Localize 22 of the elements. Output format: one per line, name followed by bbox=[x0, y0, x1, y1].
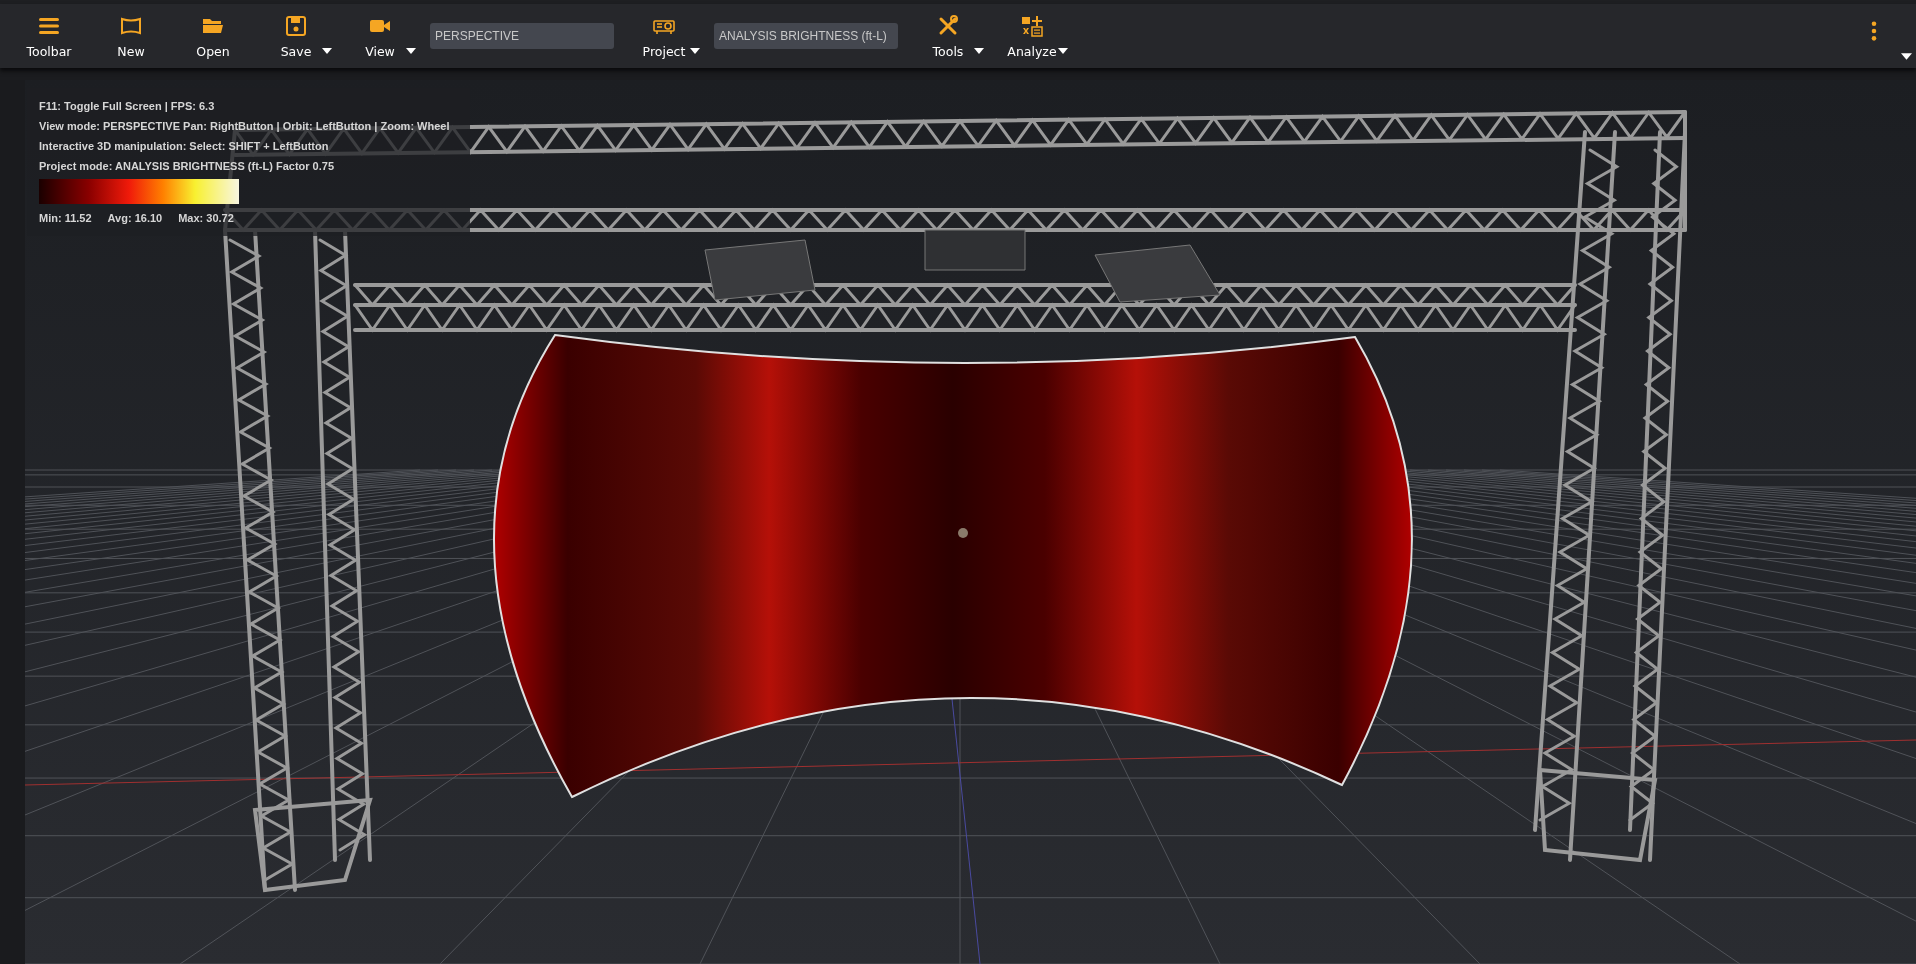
info-text: F11: Toggle Full Screen | FPS: 6.3 bbox=[39, 99, 216, 114]
save-icon bbox=[284, 13, 308, 38]
toolbar-button[interactable]: View bbox=[338, 6, 422, 66]
stat-text: Min: 11.52 bbox=[39, 211, 92, 226]
analyze-icon bbox=[1020, 13, 1044, 38]
toolbar-button[interactable]: Tools bbox=[906, 6, 990, 66]
info-text: View mode: PERSPECTIVE Pan: RightButton | Orbit: LeftButton | Zoom: Wheel bbox=[39, 119, 451, 134]
stat-text: Avg: 16.10 bbox=[107, 211, 163, 226]
mode-field[interactable]: ANALYSIS BRIGHTNESS (ft-L) bbox=[714, 23, 898, 49]
mode-field[interactable]: PERSPECTIVE bbox=[430, 23, 614, 49]
stat-text: Max: 30.72 bbox=[178, 211, 234, 226]
toolbar-button[interactable]: Toolbar bbox=[8, 6, 90, 66]
toolbar-button[interactable]: New bbox=[90, 6, 172, 66]
toolbar-button[interactable]: Save bbox=[254, 6, 338, 66]
toolbar-button[interactable]: Analyze bbox=[990, 6, 1074, 66]
info-text: Project mode: ANALYSIS BRIGHTNESS (ft-L) Factor 0.75 bbox=[39, 159, 335, 174]
info-text: Interactive 3D manipulation: Select: SHIFT + LeftButton bbox=[39, 139, 330, 154]
marker-drawing bbox=[958, 528, 968, 538]
caret-icon[interactable] bbox=[1901, 53, 1912, 60]
kebab-icon bbox=[1871, 20, 1877, 42]
toolbar-button[interactable]: Project bbox=[622, 6, 706, 66]
toolbar-button[interactable]: Open bbox=[172, 6, 254, 66]
